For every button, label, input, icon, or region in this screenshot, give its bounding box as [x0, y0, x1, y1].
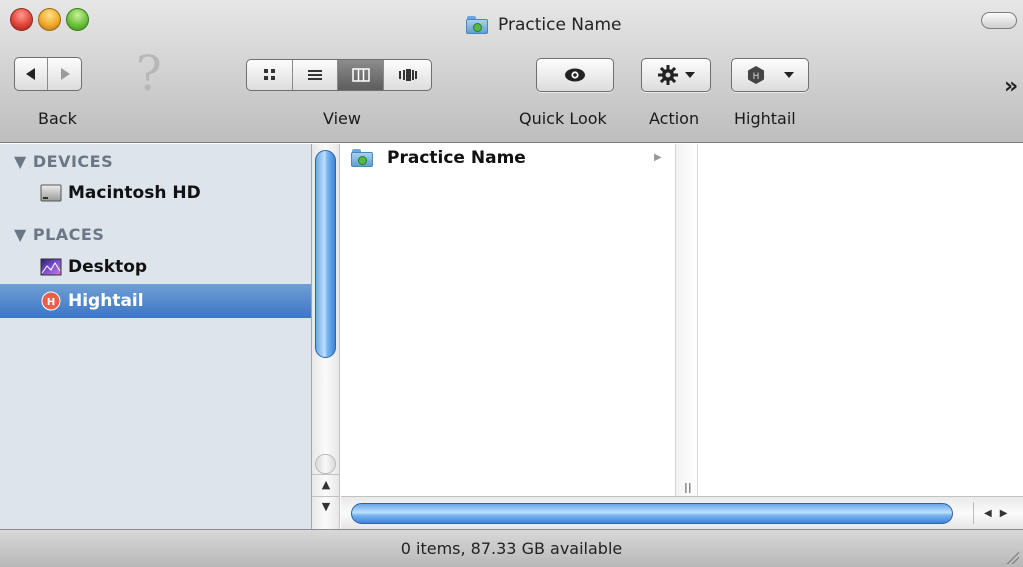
scroll-up-arrow-icon[interactable]: ▲ — [312, 474, 340, 494]
svg-text:H: H — [47, 297, 55, 308]
horizontal-scroll-thumb[interactable] — [351, 503, 953, 524]
help-icon[interactable]: ? — [136, 46, 162, 102]
horizontal-scrollbar[interactable]: ◀ ▶ — [341, 496, 1023, 529]
sidebar-item-label: Desktop — [68, 257, 148, 277]
coverflow-view-button[interactable] — [384, 60, 431, 90]
hightail-icon: H — [41, 291, 61, 311]
sidebar-section-devices[interactable]: ▼ DEVICES — [14, 152, 113, 171]
sidebar-scrollbar[interactable]: ▲ ▼ — [312, 144, 340, 529]
icon-view-button[interactable] — [247, 60, 293, 90]
column-item-label: Practice Name — [387, 148, 526, 168]
hightail-label: Hightail — [734, 109, 796, 128]
sidebar-scroll-track-end — [315, 454, 336, 474]
minimize-window-button[interactable] — [38, 8, 61, 31]
sidebar-item-label: Hightail — [68, 291, 144, 311]
horizontal-scroll-arrows: ◀ ▶ — [973, 502, 1023, 524]
close-window-button[interactable] — [10, 8, 33, 31]
hard-drive-icon — [40, 184, 62, 202]
status-bar: 0 items, 87.33 GB available — [0, 529, 1023, 567]
sidebar-item-desktop[interactable]: Desktop — [0, 250, 311, 284]
sidebar-item-macintosh-hd[interactable]: Macintosh HD — [0, 176, 311, 210]
svg-text:H: H — [753, 72, 760, 82]
hightail-icon: H — [748, 66, 764, 84]
view-segmented-control — [246, 59, 432, 91]
icon-view-icon — [263, 69, 275, 80]
scroll-right-arrow-icon[interactable]: ▶ — [1000, 508, 1008, 519]
gear-icon — [658, 65, 678, 85]
action-menu-button[interactable] — [641, 58, 711, 92]
sidebar-section-places[interactable]: ▼ PLACES — [14, 225, 104, 244]
toolbar-overflow-button[interactable]: » — [1004, 74, 1018, 99]
list-view-icon — [308, 70, 322, 80]
chevron-down-icon — [685, 72, 695, 78]
scroll-left-arrow-icon[interactable]: ◀ — [984, 508, 992, 519]
column-view-icon — [351, 68, 370, 82]
back-button[interactable] — [15, 58, 48, 90]
column-view-button[interactable] — [338, 60, 384, 90]
browser-column-2 — [698, 144, 1023, 496]
zoom-window-button[interactable] — [66, 8, 89, 31]
list-view-button[interactable] — [293, 60, 338, 90]
shared-folder-icon — [466, 16, 488, 34]
resize-grip-icon[interactable] — [1005, 550, 1019, 564]
shared-folder-icon — [351, 149, 373, 167]
quick-look-button[interactable] — [536, 58, 614, 92]
column-grip-icon[interactable]: II — [684, 482, 692, 497]
window-title-text: Practice Name — [498, 15, 622, 35]
back-label: Back — [38, 109, 77, 128]
action-label: Action — [649, 109, 700, 128]
back-forward-control — [14, 57, 82, 91]
toolbar-toggle-button[interactable] — [981, 12, 1017, 29]
window-title: Practice Name — [466, 14, 621, 36]
sidebar-scroll-thumb[interactable] — [315, 150, 336, 358]
view-label: View — [323, 109, 361, 128]
sidebar: ▼ DEVICES Macintosh HD ▼ PLACES Desktop … — [0, 144, 312, 529]
browser-column-1: Practice Name ▶ — [341, 144, 676, 496]
arrow-right-icon — [60, 68, 70, 80]
sidebar-item-label: Macintosh HD — [68, 183, 201, 203]
forward-button[interactable] — [48, 58, 81, 90]
window-toolbar: Practice Name ? H » Back View Quick Look… — [0, 0, 1023, 143]
arrow-left-icon — [26, 68, 35, 80]
chevron-down-icon — [784, 72, 794, 78]
column-item-practice-name[interactable]: Practice Name — [351, 148, 526, 168]
desktop-icon — [40, 258, 62, 276]
eye-icon — [565, 68, 585, 82]
sidebar-item-hightail[interactable]: H Hightail — [0, 284, 311, 318]
scroll-down-arrow-icon[interactable]: ▼ — [312, 496, 340, 516]
quick-look-label: Quick Look — [519, 109, 607, 128]
disclosure-arrow-icon: ▶ — [654, 152, 662, 163]
column-resize-handle[interactable]: II — [676, 144, 698, 497]
hightail-menu-button[interactable]: H — [731, 58, 809, 92]
coverflow-view-icon — [398, 69, 417, 81]
status-text: 0 items, 87.33 GB available — [400, 539, 623, 558]
